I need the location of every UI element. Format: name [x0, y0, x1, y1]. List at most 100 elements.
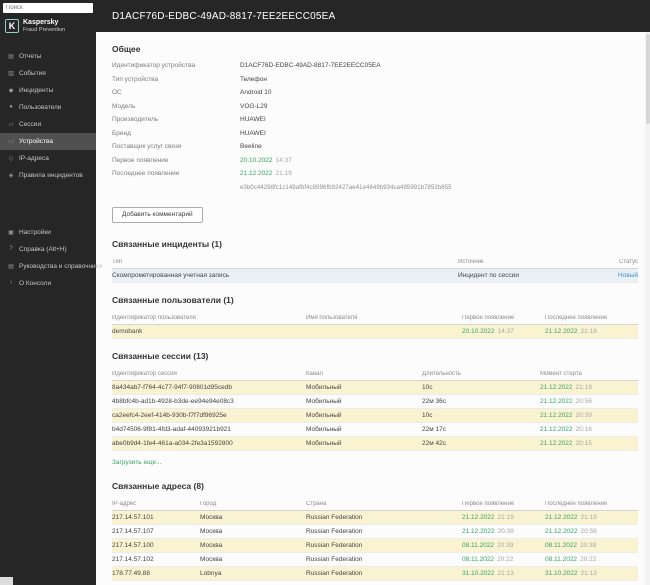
session-id: b4d74506-9f81-4fd3-adaf-44093921b921: [112, 426, 306, 433]
address-last-seen: 21.12.202221:19: [545, 514, 638, 521]
sidebar-item-label: Пользователи: [19, 104, 61, 111]
ip-address: 217.14.57.107: [112, 528, 200, 535]
footer-menu: ▣ Настройки ? Справка (Alt+H) ▤ Руководс…: [0, 224, 96, 292]
session-id: ca2eefc4-2eef-414b-930b-f7f7df96925e: [112, 412, 306, 419]
guides-icon: ▤: [7, 263, 15, 270]
column-header-channel: Канал: [306, 371, 422, 377]
address-first-seen: 08.11.202220:39: [462, 542, 545, 549]
sidebar-item-guides[interactable]: ▤ Руководства и справочники: [0, 258, 96, 275]
session-row[interactable]: 4b8bfc4b-ad1b-4928-b3de-ee94e94e08c3 Моб…: [112, 395, 638, 409]
date-value: 08.11.2022: [545, 542, 577, 549]
addresses-table-header: IP-адрес Город Страна Первое появление П…: [112, 499, 638, 511]
field-value: Beeline: [240, 143, 262, 151]
kfp-console-window: K Kaspersky Fraud Prevention ▤ Отчеты ▥ …: [0, 0, 650, 585]
incident-row[interactable]: Скомпрометированная учетная запись Инцид…: [112, 269, 638, 283]
field-label: Первое появление: [112, 157, 240, 165]
time-value: 21:19: [576, 384, 592, 391]
sidebar-item-label: Отчеты: [19, 53, 41, 60]
session-row[interactable]: 8a434ab7-f764-4c77-94f7-90801d95cedb Моб…: [112, 381, 638, 395]
address-last-seen: 08.11.202220:39: [545, 542, 638, 549]
field-label: Идентификатор устройства: [112, 62, 240, 70]
scrollbar-thumb[interactable]: [646, 34, 650, 124]
session-channel: Мобильный: [306, 398, 422, 405]
field-label: Производитель: [112, 116, 240, 124]
sidebar-collapse-button[interactable]: [0, 577, 13, 585]
city: Lobnya: [200, 570, 306, 577]
session-row[interactable]: ca2eefc4-2eef-414b-930b-f7f7df96925e Моб…: [112, 409, 638, 423]
date-value: 20.10.2022: [462, 328, 495, 335]
field-label: Тип устройства: [112, 76, 240, 84]
sidebar-item-about-console[interactable]: i О Консоли: [0, 275, 96, 292]
country: Russian Federation: [306, 514, 462, 521]
time-value: 20:39: [497, 542, 513, 549]
session-row[interactable]: b4d74506-9f81-4fd3-adaf-44093921b921 Моб…: [112, 423, 638, 437]
sidebar-item-users[interactable]: ● Пользователи: [0, 99, 96, 116]
section-title-addresses: Связанные адреса (8): [112, 481, 638, 491]
sidebar-item-events[interactable]: ▥ События: [0, 65, 96, 82]
add-comment-button[interactable]: Добавить комментарий: [112, 207, 203, 223]
sessions-icon: ▱: [7, 121, 15, 128]
date-value: 21.12.2022: [545, 528, 578, 535]
address-row[interactable]: 217.14.57.101 Москва Russian Federation …: [112, 511, 638, 525]
session-channel: Мобильный: [306, 440, 422, 447]
sidebar-item-ip-addresses[interactable]: ◇ IP-адреса: [0, 150, 96, 167]
field-last-seen: Последнее появление 21.12.202221:19: [112, 170, 638, 178]
ip-address: 217.14.57.101: [112, 514, 200, 521]
column-header-type: Тип: [112, 259, 458, 265]
sidebar-item-label: Инциденты: [19, 87, 53, 94]
date-value: 21.12.2022: [540, 412, 573, 419]
sidebar-item-reports[interactable]: ▤ Отчеты: [0, 48, 96, 65]
field-label: [112, 184, 240, 192]
section-title-users: Связанные пользователи (1): [112, 295, 638, 305]
country: Russian Federation: [306, 570, 462, 577]
sidebar-item-incident-rules[interactable]: ◈ Правила инцидентов: [0, 167, 96, 184]
field-value: 21.12.202221:19: [240, 170, 292, 178]
time-value: 20:15: [576, 440, 592, 447]
events-icon: ▥: [7, 70, 15, 77]
time-value: 21:13: [498, 570, 514, 577]
session-start: 21.12.202220:56: [540, 398, 638, 405]
field-fingerprint: e3b0c44298fc1c149afbf4c8996fb92427ae41e4…: [112, 184, 638, 192]
users-table-header: Идентификатор пользователя Имя пользоват…: [112, 313, 638, 325]
devices-icon: ▭: [7, 138, 15, 145]
vertical-scrollbar[interactable]: [645, 32, 650, 585]
sidebar-item-devices[interactable]: ▭ Устройства: [0, 133, 96, 150]
column-header-session-id: Идентификатор сессии: [112, 371, 306, 377]
user-row[interactable]: demobank 20.10.202214:37 21.12.202221:19: [112, 325, 638, 339]
address-row[interactable]: 217.14.57.100 Москва Russian Federation …: [112, 539, 638, 553]
date-value: 31.10.2022: [462, 570, 495, 577]
address-last-seen: 21.12.202220:56: [545, 528, 638, 535]
section-title-general: Общее: [112, 44, 638, 54]
address-row[interactable]: 178.77.49.88 Lobnya Russian Federation 3…: [112, 567, 638, 581]
date-value: 08.11.2022: [462, 542, 494, 549]
sidebar-item-sessions[interactable]: ▱ Сессии: [0, 116, 96, 133]
field-value: D1ACF76D-EDBC-49AD-8817-7EE2EECC05EA: [240, 62, 381, 70]
search-input[interactable]: [3, 3, 93, 13]
session-duration: 22м 42с: [422, 440, 540, 447]
ip-address: 178.77.49.88: [112, 570, 200, 577]
address-row[interactable]: 217.14.57.102 Москва Russian Federation …: [112, 553, 638, 567]
session-start: 21.12.202220:39: [540, 412, 638, 419]
sidebar-item-help[interactable]: ? Справка (Alt+H): [0, 241, 96, 258]
load-more-link[interactable]: Загрузить еще...: [112, 459, 161, 466]
ip-addresses-icon: ◇: [7, 155, 15, 162]
field-value: Телефон: [240, 76, 267, 84]
session-duration: 22м 17с: [422, 426, 540, 433]
country: Russian Federation: [306, 528, 462, 535]
session-id: 8a434ab7-f764-4c77-94f7-90801d95cedb: [112, 384, 306, 391]
info-icon: i: [7, 280, 15, 286]
date-value: 21.12.2022: [240, 170, 273, 177]
session-row[interactable]: abe0b9d4-1fe4-461a-a034-2fe3a1592800 Моб…: [112, 437, 638, 451]
column-header-status: Статус: [604, 259, 638, 265]
field-device-id: Идентификатор устройства D1ACF76D-EDBC-4…: [112, 62, 638, 70]
time-value: 21:13: [581, 570, 597, 577]
address-row[interactable]: 217.14.57.107 Москва Russian Federation …: [112, 525, 638, 539]
sidebar-item-incidents[interactable]: ◆ Инциденты: [0, 82, 96, 99]
date-value: 08.11.2022: [545, 556, 577, 563]
date-value: 21.12.2022: [462, 514, 495, 521]
session-id: abe0b9d4-1fe4-461a-a034-2fe3a1592800: [112, 440, 306, 447]
device-fingerprint-hash: e3b0c44298fc1c149afbf4c8996fb92427ae41e4…: [240, 184, 452, 192]
sidebar-item-settings[interactable]: ▣ Настройки: [0, 224, 96, 241]
users-table: Идентификатор пользователя Имя пользоват…: [112, 313, 638, 339]
time-value: 21:19: [581, 328, 597, 335]
